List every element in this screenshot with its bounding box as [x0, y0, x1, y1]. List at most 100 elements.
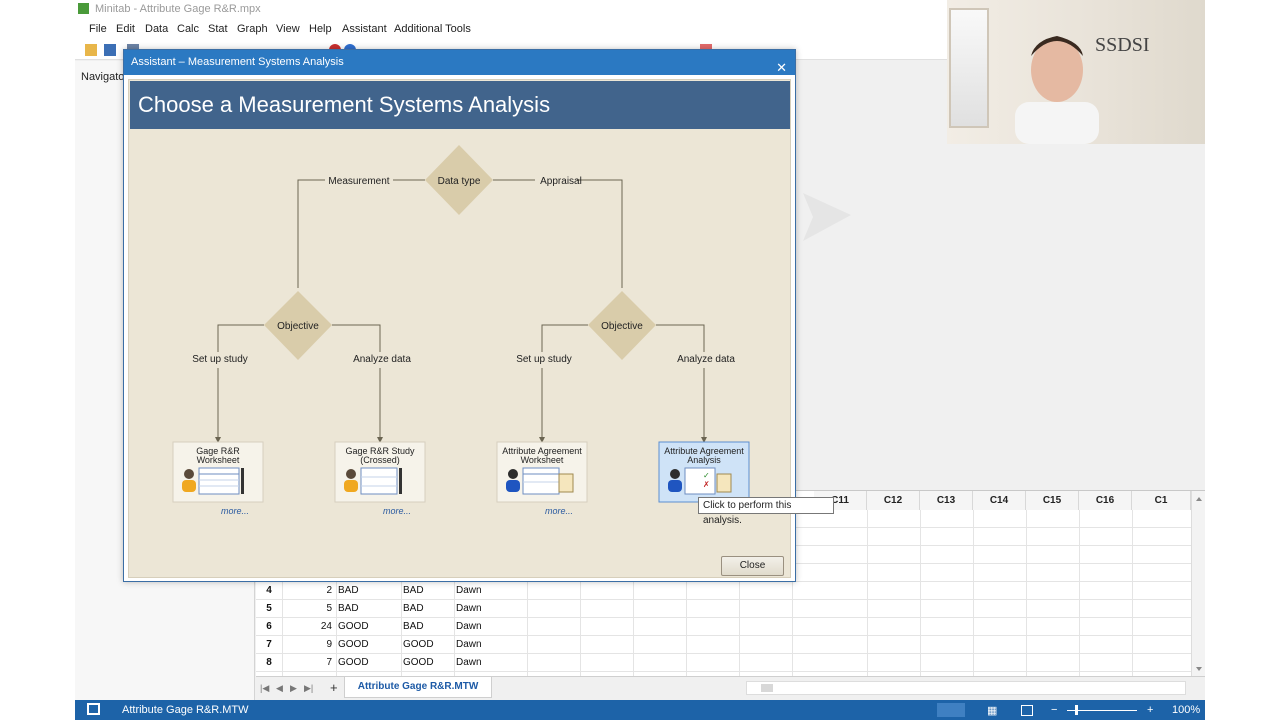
column-header[interactable]: C13 [920, 491, 973, 510]
output-view-icon[interactable] [1021, 705, 1033, 716]
grid-view-icon[interactable]: ▦ [987, 704, 997, 717]
cell-value[interactable]: 9 [284, 639, 332, 650]
menu-stat[interactable]: Stat [208, 23, 228, 35]
next-sheet-icon[interactable]: ▶ [290, 683, 297, 694]
row-number: 6 [266, 621, 272, 632]
menu-file[interactable]: File [89, 23, 107, 35]
column-header[interactable]: C12 [867, 491, 920, 510]
dialog-title: Assistant – Measurement Systems Analysis [131, 56, 344, 68]
cell-value[interactable]: BAD [403, 585, 424, 596]
appraiser-icon [506, 480, 520, 492]
measurement-label: Measurement [328, 176, 389, 187]
column-header[interactable]: C16 [1079, 491, 1132, 510]
cell-value[interactable]: Dawn [456, 621, 482, 632]
dialog-header: Choose a Measurement Systems Analysis [130, 81, 790, 129]
add-sheet-button[interactable]: + [330, 680, 338, 695]
menu-graph[interactable]: Graph [237, 23, 268, 35]
zoom-slider-thumb[interactable] [1075, 705, 1078, 715]
row-number: 5 [266, 603, 272, 614]
grid-line [920, 510, 921, 677]
save-icon[interactable] [104, 44, 116, 56]
cell-value[interactable]: Dawn [456, 603, 482, 614]
tool-title: (Crossed) [360, 455, 400, 465]
cell-value[interactable]: 24 [284, 621, 332, 632]
cell-value[interactable]: Dawn [456, 585, 482, 596]
table-row[interactable]: 7 9 GOOD GOOD Dawn [256, 636, 1205, 654]
menu-calc[interactable]: Calc [177, 23, 199, 35]
cell-value[interactable]: GOOD [403, 639, 434, 650]
cell-value[interactable]: GOOD [338, 639, 369, 650]
cell-value[interactable]: Dawn [456, 657, 482, 668]
table-row[interactable]: 8 7 GOOD GOOD Dawn [256, 654, 1205, 672]
cell-value[interactable]: 2 [284, 585, 332, 596]
menu-assistant[interactable]: Assistant [342, 23, 387, 35]
scroll-up-icon[interactable] [1192, 493, 1205, 505]
vertical-scrollbar[interactable] [1191, 491, 1205, 677]
row-number: 8 [266, 657, 272, 668]
last-sheet-icon[interactable]: ▶| [304, 683, 313, 694]
setup-label-left: Set up study [192, 354, 248, 365]
cell-value[interactable]: GOOD [338, 657, 369, 668]
close-icon[interactable]: ✕ [776, 55, 787, 80]
clipboard-icon [558, 473, 574, 493]
cell-value[interactable]: GOOD [338, 621, 369, 632]
gage-rr-worksheet-button[interactable]: Gage R&R Worksheet more... [172, 441, 264, 516]
tool-title: Worksheet [521, 455, 564, 465]
cell-value[interactable]: 7 [284, 657, 332, 668]
cell-value[interactable]: BAD [403, 621, 424, 632]
grid-line [1132, 510, 1133, 677]
prev-sheet-icon[interactable]: ◀ [276, 683, 283, 694]
menu-help[interactable]: Help [309, 23, 332, 35]
data-type-label: Data type [438, 176, 481, 187]
appraiser-icon [668, 480, 682, 492]
zoom-level: 100% [1172, 704, 1201, 716]
horizontal-scrollbar[interactable] [746, 681, 1186, 695]
cell-value[interactable]: BAD [338, 603, 359, 614]
cell-value[interactable]: 5 [284, 603, 332, 614]
more-link[interactable]: more... [383, 506, 411, 516]
appraiser-icon [508, 469, 518, 479]
analyze-label-right: Analyze data [677, 354, 735, 365]
menu-data[interactable]: Data [145, 23, 168, 35]
caliper-icon [241, 468, 244, 494]
cell-value[interactable]: GOOD [403, 657, 434, 668]
worksheet-view-icon[interactable] [937, 703, 965, 717]
more-link[interactable]: more... [221, 506, 249, 516]
check-icon: ✓ [703, 471, 710, 480]
tab-worksheet[interactable]: Attribute Gage R&R.MTW [344, 677, 492, 698]
column-header[interactable]: C14 [973, 491, 1026, 510]
open-folder-icon[interactable] [85, 44, 97, 56]
webcam-window-bg [949, 8, 989, 128]
attribute-agreement-analysis-button[interactable]: Attribute Agreement Analysis ✓ ✗ [658, 441, 750, 503]
scroll-thumb[interactable] [761, 684, 773, 692]
table-row[interactable]: 5 5 BAD BAD Dawn [256, 600, 1205, 618]
worksheet-icon [198, 467, 240, 495]
minitab-app-icon [78, 3, 89, 14]
attribute-agreement-worksheet-button[interactable]: Attribute Agreement Worksheet more... [496, 441, 588, 516]
table-row[interactable]: 6 24 GOOD BAD Dawn [256, 618, 1205, 636]
scroll-down-icon[interactable] [1192, 663, 1205, 675]
left-margin [0, 0, 75, 720]
gage-rr-study-crossed-button[interactable]: Gage R&R Study (Crossed) more... [334, 441, 426, 516]
more-link[interactable]: more... [545, 506, 573, 516]
cell-value[interactable]: BAD [338, 585, 359, 596]
worksheet-icon [522, 467, 560, 495]
first-sheet-icon[interactable]: |◀ [260, 683, 269, 694]
cell-value[interactable]: BAD [403, 603, 424, 614]
close-button[interactable]: Close [721, 556, 784, 576]
zoom-out-icon[interactable]: − [1051, 704, 1057, 716]
column-header[interactable]: C15 [1026, 491, 1079, 510]
menu-additional-tools[interactable]: Additional Tools [394, 23, 471, 35]
row-number: 7 [266, 639, 272, 650]
column-header[interactable]: C1 [1132, 491, 1191, 510]
cell-value[interactable]: Dawn [456, 639, 482, 650]
table-row[interactable]: 4 2 BAD BAD Dawn [256, 582, 1205, 600]
data-table-icon [360, 467, 398, 495]
right-margin [1205, 0, 1280, 720]
operator-icon [184, 469, 194, 479]
menu-view[interactable]: View [276, 23, 300, 35]
panel-toggle-icon[interactable] [87, 703, 100, 715]
menu-edit[interactable]: Edit [116, 23, 135, 35]
zoom-in-icon[interactable]: + [1147, 704, 1153, 716]
assistant-dialog: Assistant – Measurement Systems Analysis… [123, 49, 796, 582]
